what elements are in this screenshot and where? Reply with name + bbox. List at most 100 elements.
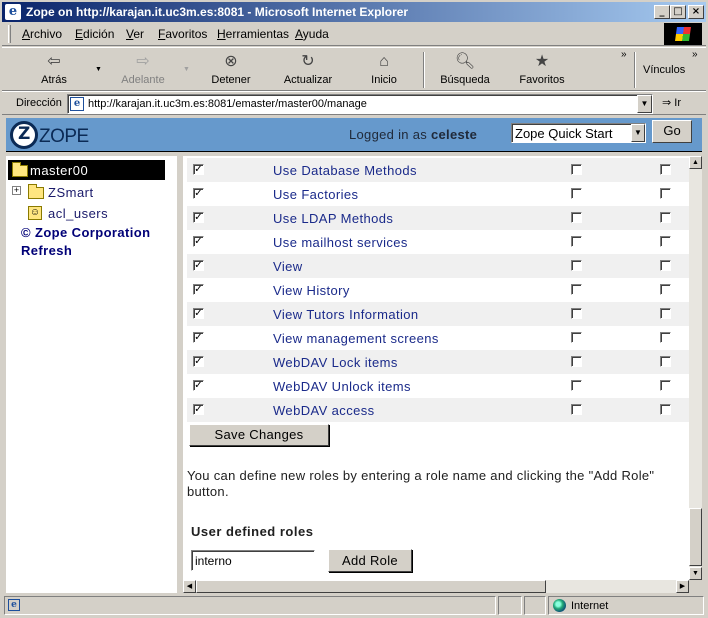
acquire-checkbox[interactable]: ✓	[193, 212, 204, 223]
links-overflow-icon[interactable]: »	[692, 49, 698, 60]
go-ir-button[interactable]: ⇒ Ir	[662, 96, 681, 109]
menu-edicion[interactable]: Edición	[75, 27, 114, 41]
role1-checkbox[interactable]	[571, 188, 582, 199]
acquire-checkbox[interactable]: ✓	[193, 380, 204, 391]
role1-checkbox[interactable]	[571, 332, 582, 343]
permission-name-link[interactable]: View management screens	[273, 331, 439, 346]
role1-checkbox[interactable]	[571, 212, 582, 223]
role-name-input[interactable]	[191, 550, 315, 571]
acquire-checkbox[interactable]: ✓	[193, 284, 204, 295]
permission-name-link[interactable]: View History	[273, 283, 350, 298]
back-button[interactable]: ⇦ Atrás	[38, 52, 70, 86]
role1-checkbox[interactable]	[571, 164, 582, 175]
home-icon: ⌂	[379, 53, 389, 70]
permission-name-link[interactable]: Use LDAP Methods	[273, 211, 393, 226]
role2-checkbox[interactable]	[660, 260, 671, 271]
menu-ayuda[interactable]: Ayuda	[295, 27, 329, 41]
scroll-right-icon[interactable]: ▶	[676, 580, 689, 593]
role2-checkbox[interactable]	[660, 164, 671, 175]
role1-checkbox[interactable]	[571, 404, 582, 415]
acquire-checkbox[interactable]: ✓	[193, 188, 204, 199]
role1-checkbox[interactable]	[571, 356, 582, 367]
forward-button[interactable]: ⇨ Adelante	[118, 52, 168, 86]
chevron-down-icon[interactable]: ▼	[631, 124, 645, 142]
acquire-checkbox[interactable]: ✓	[193, 332, 204, 343]
menu-archivo[interactable]: Archivo	[22, 27, 62, 41]
role1-checkbox[interactable]	[571, 380, 582, 391]
permission-name-link[interactable]: WebDAV access	[273, 403, 375, 418]
zope-corporation-link[interactable]: © Zope Corporation	[21, 225, 150, 240]
search-button[interactable]: 🔍︎ Búsqueda	[438, 52, 492, 86]
permission-row: ✓ View management screens	[187, 326, 689, 350]
tree-root-master00[interactable]: master00	[8, 160, 165, 180]
permission-name-link[interactable]: Use mailhost services	[273, 235, 408, 250]
permission-name-link[interactable]: WebDAV Lock items	[273, 355, 398, 370]
toolbar-separator	[423, 52, 425, 88]
menu-herramientas[interactable]: Herramientas	[217, 27, 289, 41]
home-button[interactable]: ⌂ Inicio	[366, 52, 402, 86]
close-button[interactable]: ×	[688, 5, 704, 19]
role1-checkbox[interactable]	[571, 284, 582, 295]
menu-favoritos[interactable]: Favoritos	[158, 27, 207, 41]
acquire-checkbox[interactable]: ✓	[193, 404, 204, 415]
stop-icon: ⊗	[224, 53, 238, 70]
permission-name-link[interactable]: Use Database Methods	[273, 163, 417, 178]
role2-checkbox[interactable]	[660, 284, 671, 295]
scroll-left-icon[interactable]: ◀	[183, 580, 196, 593]
permission-name-link[interactable]: Use Factories	[273, 187, 358, 202]
links-bar[interactable]: Vínculos	[643, 64, 685, 76]
acquire-checkbox[interactable]: ✓	[193, 356, 204, 367]
permission-name-link[interactable]: View Tutors Information	[273, 307, 419, 322]
status-bar: e Internet	[2, 595, 706, 616]
role1-checkbox[interactable]	[571, 308, 582, 319]
menu-ver[interactable]: Ver	[126, 27, 144, 41]
permission-name-link[interactable]: View	[273, 259, 303, 274]
navigation-tree: master00 + ZSmart ☺ acl_users © Zope Cor…	[6, 156, 180, 593]
scroll-down-icon[interactable]: ▼	[689, 567, 702, 580]
role1-checkbox[interactable]	[571, 260, 582, 271]
horizontal-scrollbar[interactable]: ◀ ▶	[183, 580, 689, 593]
role2-checkbox[interactable]	[660, 236, 671, 247]
expand-icon[interactable]: +	[12, 186, 21, 195]
acquire-checkbox[interactable]: ✓	[193, 260, 204, 271]
status-pane	[524, 596, 546, 615]
back-dropdown-icon[interactable]: ▼	[95, 66, 102, 73]
role1-checkbox[interactable]	[571, 236, 582, 247]
refresh-button[interactable]: ↻ Actualizar	[281, 52, 335, 86]
add-role-button[interactable]: Add Role	[328, 549, 412, 572]
tree-item-zsmart[interactable]: ZSmart	[48, 185, 94, 200]
vertical-scrollbar[interactable]: ▲ ▼	[689, 156, 702, 580]
forward-dropdown-icon[interactable]: ▼	[183, 66, 190, 73]
role2-checkbox[interactable]	[660, 188, 671, 199]
acquire-checkbox[interactable]: ✓	[193, 164, 204, 175]
horizontal-scroll-thumb[interactable]	[196, 580, 546, 593]
role2-checkbox[interactable]	[660, 404, 671, 415]
quick-start-select[interactable]: Zope Quick Start ▼	[511, 123, 646, 143]
permission-name-link[interactable]: WebDAV Unlock items	[273, 379, 411, 394]
window-title: Zope on http://karajan.it.uc3m.es:8081 -…	[26, 5, 409, 19]
acquire-checkbox[interactable]: ✓	[193, 236, 204, 247]
role2-checkbox[interactable]	[660, 356, 671, 367]
vertical-scroll-thumb[interactable]	[689, 508, 702, 566]
address-dropdown-icon[interactable]: ▼	[637, 95, 652, 113]
minimize-button[interactable]: _	[654, 5, 670, 19]
address-input[interactable]: e http://karajan.it.uc3m.es:8081/emaster…	[67, 94, 653, 114]
scroll-up-icon[interactable]: ▲	[689, 156, 702, 169]
toolbar-overflow-icon[interactable]: »	[621, 49, 627, 60]
maximize-button[interactable]: □	[670, 5, 686, 19]
menu-grip	[8, 25, 11, 43]
go-button[interactable]: Go	[652, 120, 692, 143]
favorites-button[interactable]: ★ Favoritos	[516, 52, 568, 86]
role2-checkbox[interactable]	[660, 332, 671, 343]
role2-checkbox[interactable]	[660, 308, 671, 319]
save-changes-button[interactable]: Save Changes	[189, 424, 329, 446]
role2-checkbox[interactable]	[660, 380, 671, 391]
role2-checkbox[interactable]	[660, 212, 671, 223]
permission-row: ✓ Use LDAP Methods	[187, 206, 689, 230]
tree-item-acl-users[interactable]: acl_users	[48, 206, 108, 221]
stop-button[interactable]: ⊗ Detener	[209, 52, 253, 86]
acquire-checkbox[interactable]: ✓	[193, 308, 204, 319]
page-status-icon: e	[8, 599, 20, 611]
tree-refresh-link[interactable]: Refresh	[21, 243, 72, 258]
title-bar[interactable]: e Zope on http://karajan.it.uc3m.es:8081…	[2, 2, 706, 22]
